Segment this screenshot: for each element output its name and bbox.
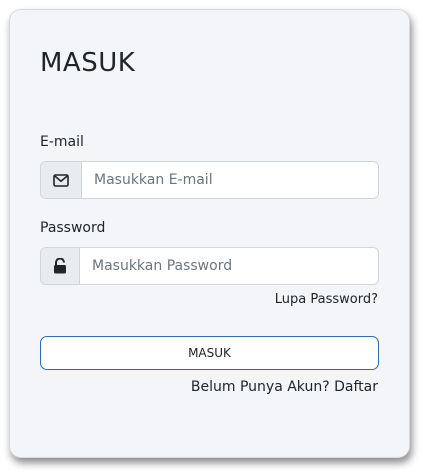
password-input-group (40, 247, 379, 285)
unlock-icon (41, 248, 80, 284)
envelope-icon (41, 162, 82, 198)
register-prompt-text: Belum Punya Akun? (190, 379, 330, 395)
email-field[interactable] (82, 162, 378, 198)
page-title: MASUK (40, 48, 136, 78)
email-label: E-mail (40, 134, 84, 150)
password-field[interactable] (80, 248, 378, 284)
submit-button[interactable]: MASUK (40, 336, 379, 370)
email-input-group (40, 161, 379, 199)
register-prompt: Belum Punya Akun? Daftar (191, 379, 378, 395)
password-label: Password (40, 220, 106, 236)
forgot-password-link[interactable]: Lupa Password? (275, 292, 378, 307)
login-card: MASUK E-mail Password Lupa Password? MAS… (9, 9, 410, 458)
register-link[interactable]: Daftar (334, 379, 378, 395)
